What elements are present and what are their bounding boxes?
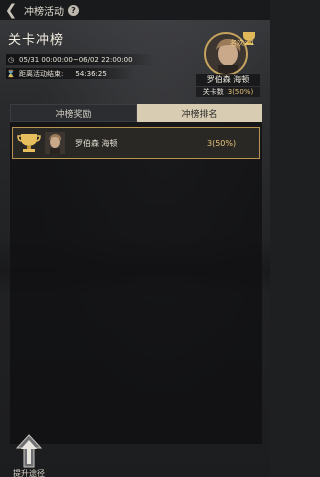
up-arrow-icon: [15, 434, 43, 468]
hourglass-icon: ⌛: [6, 69, 16, 78]
rank-badge: 名次×1: [230, 39, 255, 47]
countdown-label: 距离活动结束:: [19, 69, 64, 78]
countdown-value: 54:36:25: [75, 69, 107, 78]
player-name: 罗伯森 海顿: [196, 74, 260, 86]
help-button[interactable]: ?: [68, 4, 79, 16]
ranking-list: 罗伯森 海顿 3(50%): [10, 122, 262, 444]
player-stat: 关卡数 3(50%): [196, 87, 260, 97]
chevron-left-icon: ❮: [4, 1, 18, 19]
date-range-row: ◷ 05/31 00:00:00~06/02 22:00:00: [6, 54, 154, 65]
clock-icon: ◷: [7, 55, 15, 64]
list-item[interactable]: 罗伯森 海顿 3(50%): [12, 127, 260, 159]
tab-ranking[interactable]: 冲榜排名: [137, 104, 262, 122]
top-bar: ❮ 冲榜活动 ?: [0, 0, 270, 20]
tab-bar: 冲榜奖励 冲榜排名: [10, 104, 262, 122]
stat-label: 关卡数: [202, 88, 224, 96]
boost-label: 提升途径: [13, 469, 45, 477]
stat-value: 3(50%): [227, 88, 254, 96]
back-button[interactable]: ❮: [0, 0, 22, 20]
date-range: 05/31 00:00:00~06/02 22:00:00: [19, 55, 133, 64]
section-title: 关卡冲榜: [8, 33, 65, 48]
row-avatar: [45, 132, 65, 154]
row-player-name: 罗伯森 海顿: [75, 138, 118, 148]
row-score: 3(50%): [207, 138, 237, 148]
trophy-icon: [17, 131, 41, 155]
tab-rewards[interactable]: 冲榜奖励: [10, 104, 137, 122]
countdown-row: ⌛ 距离活动结束: 54:36:25: [6, 68, 134, 79]
page-title: 冲榜活动: [24, 6, 64, 18]
boost-button[interactable]: 提升途径: [6, 434, 52, 477]
help-icon: ?: [71, 5, 76, 15]
player-card: 名次×1 罗伯森 海顿 关卡数 3(50%): [196, 30, 262, 100]
